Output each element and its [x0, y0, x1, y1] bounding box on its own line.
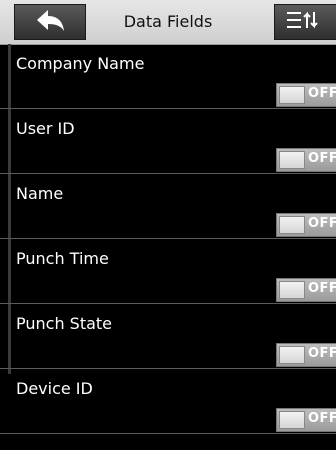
header-bar: Data Fields [0, 0, 336, 45]
field-label: Punch State [16, 314, 113, 333]
field-label: Punch Time [16, 249, 109, 268]
toggle-knob [279, 151, 305, 169]
list-item: Punch Time OFF [0, 239, 336, 304]
field-label: Device ID [16, 379, 93, 398]
list-item: User ID OFF [0, 109, 336, 174]
list-item: Punch State OFF [0, 304, 336, 369]
field-toggle[interactable]: OFF [276, 408, 336, 432]
back-button[interactable] [14, 4, 86, 40]
field-toggle[interactable]: OFF [276, 83, 336, 107]
toggle-knob [279, 86, 305, 104]
toggle-knob [279, 411, 305, 429]
field-toggle[interactable]: OFF [276, 278, 336, 302]
field-toggle[interactable]: OFF [276, 148, 336, 172]
list-item: Company Name OFF [0, 44, 336, 109]
field-label: Company Name [16, 54, 145, 73]
toggle-state: OFF [308, 151, 336, 166]
field-toggle[interactable]: OFF [276, 213, 336, 237]
list-item: Name OFF [0, 174, 336, 239]
field-toggle[interactable]: OFF [276, 343, 336, 367]
toggle-state: OFF [308, 281, 336, 296]
fields-list: Company Name OFF User ID OFF Name OFF Pu… [0, 44, 336, 434]
toggle-knob [279, 346, 305, 364]
back-arrow-icon [34, 7, 66, 37]
sort-menu-icon [285, 7, 321, 37]
toggle-state: OFF [308, 86, 336, 101]
toggle-knob [279, 281, 305, 299]
toggle-state: OFF [308, 346, 336, 361]
toggle-knob [279, 216, 305, 234]
menu-button[interactable] [274, 4, 336, 40]
field-label: Name [16, 184, 64, 203]
list-item: Device ID OFF [0, 369, 336, 434]
toggle-state: OFF [308, 411, 336, 426]
field-label: User ID [16, 119, 75, 138]
toggle-state: OFF [308, 216, 336, 231]
